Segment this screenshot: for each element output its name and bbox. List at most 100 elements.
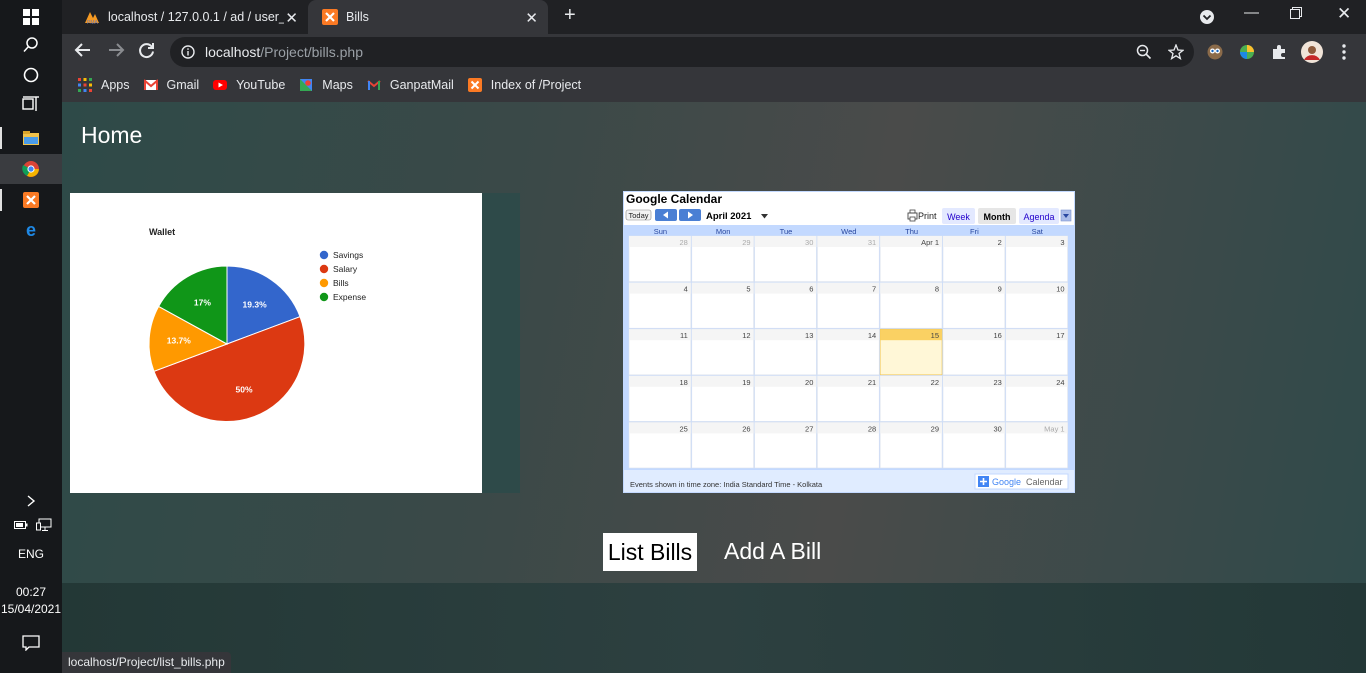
tab-phpmyadmin[interactable]: PMA localhost / 127.0.0.1 / ad / user_l … [70,0,308,34]
day-number: 15 [931,331,939,340]
wallet-pie-chart: Wallet 19.3% 50% 13.7% 17% Savings Salary Bil… [70,193,482,493]
month-label: April 2021 [706,211,752,222]
google-calendar-widget: Google Calendar Today April 2021 Print W… [623,191,1075,493]
browser-toolbar: localhost/Project/bills.php [62,34,1366,70]
forward-button[interactable] [107,42,125,63]
day-number: 26 [742,424,750,433]
windows-start-icon[interactable] [0,2,62,32]
day-number: 19 [742,378,750,387]
day-number: 27 [805,424,813,433]
svg-text:PMA: PMA [87,20,99,25]
home-link[interactable]: Home [81,122,142,149]
day-number: 23 [993,378,1001,387]
footer-band [62,583,1366,673]
search-icon[interactable] [0,30,62,60]
pie-data-label: 17% [194,297,211,307]
view-tab-week[interactable]: Week [942,208,975,224]
reload-button[interactable] [138,42,155,64]
month-dropdown-icon[interactable] [761,214,768,219]
bookmark-youtube[interactable]: YouTube [213,78,285,92]
extension-color-icon[interactable] [1239,44,1255,60]
extension-owl-icon[interactable] [1207,44,1223,60]
restore-button[interactable] [1290,6,1302,23]
day-name-header: Tue [780,227,793,236]
pie-data-label: 50% [235,384,252,394]
view-tab-month[interactable]: Month [978,208,1016,224]
prev-month-button[interactable] [655,209,677,221]
legend-label: Expense [333,292,366,302]
clock-date[interactable]: 15/04/2021 [0,602,62,616]
zoom-icon[interactable] [1136,44,1152,60]
close-tab-icon[interactable]: ✕ [285,9,298,27]
cortana-icon[interactable] [0,60,62,90]
url-path: /Project/bills.php [260,44,363,60]
minimize-button[interactable]: — [1244,4,1259,21]
profile-avatar[interactable] [1301,41,1323,63]
day-number: 24 [1056,378,1064,387]
back-button[interactable] [74,42,92,63]
file-explorer-icon[interactable] [0,123,62,153]
day-name-header: Fri [970,227,979,236]
day-number: 12 [742,331,750,340]
day-number: 8 [935,285,939,294]
notifications-icon[interactable] [0,628,62,658]
print-button[interactable]: Print [907,209,937,222]
close-tab-icon[interactable]: ✕ [525,9,538,27]
view-tab-agenda[interactable]: Agenda [1019,208,1059,224]
xampp-icon[interactable] [0,185,62,215]
bookmark-maps[interactable]: Maps [299,78,353,92]
tab-search-button[interactable] [1199,9,1215,29]
bookmark-ganpatmail[interactable]: GanpatMail [367,78,454,92]
printer-icon [907,209,918,222]
page-content: Home Wallet 19.3% 50% 13.7% 17% Savings Sala… [62,102,1366,673]
chart-panel-shadow [482,193,520,493]
tab-bills[interactable]: Bills ✕ [308,0,548,34]
url-host: localhost [205,44,261,60]
edge-icon[interactable]: e [0,215,62,245]
google-calendar-badge[interactable]: Google Calendar [974,473,1069,490]
day-number: 14 [868,331,876,340]
add-bill-button[interactable]: Add A Bill [724,538,821,565]
bookmark-label: YouTube [236,78,286,92]
bookmark-apps[interactable]: Apps [78,78,130,92]
day-number: 30 [993,424,1001,433]
day-number: 16 [993,331,1001,340]
list-bills-button[interactable]: List Bills [603,533,697,571]
day-number-bar [943,282,1005,294]
bookmarks-bar: Apps Gmail YouTube Maps GanpatMail Index… [62,70,1366,100]
extensions-puzzle-icon[interactable] [1271,44,1287,60]
new-tab-button[interactable]: + [564,4,576,27]
network-icon[interactable] [0,510,62,540]
today-button[interactable]: Today [625,209,652,221]
day-number-bar [691,282,754,294]
legend-label: Savings [333,250,363,260]
day-number: 17 [1056,331,1064,340]
day-number: 25 [679,424,687,433]
bookmark-gmail[interactable]: Gmail [143,78,199,92]
day-number-bar [629,282,691,294]
bookmark-star-icon[interactable] [1168,44,1184,60]
legend-marker [319,278,329,288]
view-tab-label: Month [984,212,1011,222]
browser-window: PMA localhost / 127.0.0.1 / ad / user_l … [62,0,1366,102]
address-bar[interactable]: localhost/Project/bills.php [170,37,1194,67]
next-month-button[interactable] [679,209,701,221]
more-menu-icon[interactable] [1342,44,1346,60]
clock-time[interactable]: 00:27 [0,585,62,599]
day-number-bar [880,282,942,294]
views-dropdown-button[interactable] [1060,209,1072,222]
day-number: 10 [1056,285,1064,294]
task-view-icon[interactable] [0,89,62,119]
youtube-icon [213,80,228,90]
day-number: 18 [679,378,687,387]
close-window-button[interactable]: ✕ [1337,4,1351,24]
site-info-icon[interactable] [181,45,195,59]
xampp-icon [467,78,482,92]
language-indicator[interactable]: ENG [0,547,62,561]
chrome-taskbar-icon[interactable] [0,154,62,184]
day-number: 9 [998,285,1002,294]
day-name-header: Wed [841,227,856,236]
bookmark-index-project[interactable]: Index of /Project [467,78,581,92]
legend-label: Bills [333,278,349,288]
legend-marker [319,264,329,274]
